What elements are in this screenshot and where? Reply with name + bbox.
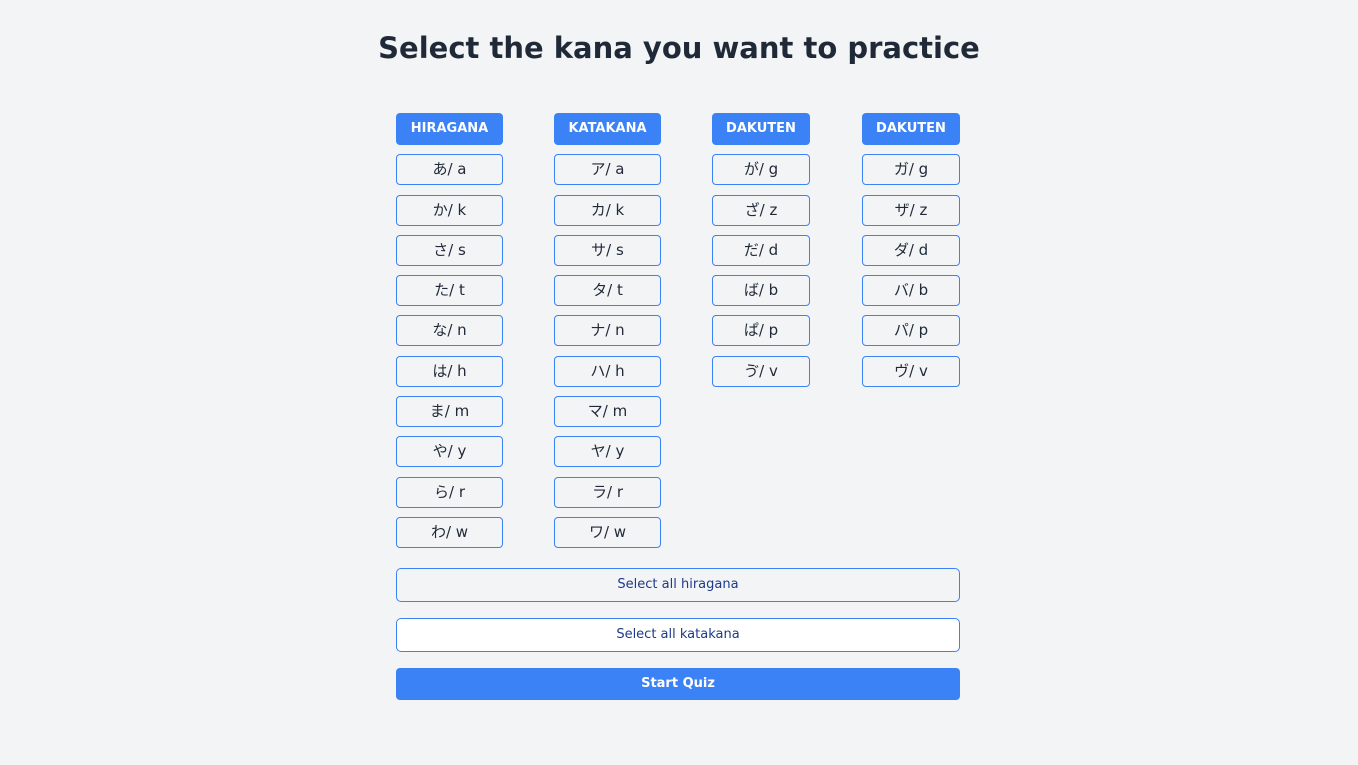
hiragana-kana-button[interactable]: ら/ r	[396, 476, 503, 508]
katakana-dakuten-kana-button[interactable]: ダ/ d	[862, 234, 960, 266]
hiragana-kana-button[interactable]: あ/ a	[396, 154, 503, 186]
start-quiz-button[interactable]: Start Quiz	[396, 668, 960, 700]
hiragana-dakuten-kana-button[interactable]: ぱ/ p	[712, 315, 810, 347]
hiragana-kana-button[interactable]: な/ n	[396, 315, 503, 347]
katakana-column: KATAKANA ア/ a カ/ k サ/ s タ/ t ナ/ n ハ/ h マ/ m ヤ/ …	[554, 113, 661, 548]
hiragana-dakuten-kana-button[interactable]: だ/ d	[712, 234, 810, 266]
katakana-header-button[interactable]: KATAKANA	[554, 113, 661, 145]
katakana-dakuten-kana-button[interactable]: ザ/ z	[862, 194, 960, 226]
katakana-dakuten-kana-button[interactable]: ガ/ g	[862, 154, 960, 186]
katakana-dakuten-kana-button[interactable]: バ/ b	[862, 275, 960, 307]
katakana-kana-button[interactable]: ハ/ h	[554, 355, 661, 387]
hiragana-dakuten-header-button[interactable]: DAKUTEN	[712, 113, 810, 145]
hiragana-kana-button[interactable]: さ/ s	[396, 234, 503, 266]
katakana-dakuten-header-button[interactable]: DAKUTEN	[862, 113, 960, 145]
hiragana-kana-button[interactable]: た/ t	[396, 275, 503, 307]
katakana-kana-button[interactable]: マ/ m	[554, 396, 661, 428]
hiragana-kana-button[interactable]: か/ k	[396, 194, 503, 226]
katakana-kana-button[interactable]: ヤ/ y	[554, 436, 661, 468]
hiragana-header-button[interactable]: HIRAGANA	[396, 113, 503, 145]
katakana-kana-button[interactable]: ア/ a	[554, 154, 661, 186]
katakana-kana-button[interactable]: サ/ s	[554, 234, 661, 266]
hiragana-dakuten-column: DAKUTEN が/ g ざ/ z だ/ d ば/ b ぱ/ p ゔ/ v	[712, 113, 810, 387]
kana-selection-page: Select the kana you want to practice HIR…	[0, 0, 1358, 765]
katakana-kana-button[interactable]: ラ/ r	[554, 476, 661, 508]
katakana-kana-button[interactable]: ナ/ n	[554, 315, 661, 347]
katakana-dakuten-kana-button[interactable]: ヴ/ v	[862, 355, 960, 387]
hiragana-dakuten-kana-button[interactable]: ば/ b	[712, 275, 810, 307]
hiragana-kana-button[interactable]: や/ y	[396, 436, 503, 468]
page-title: Select the kana you want to practice	[378, 31, 980, 65]
hiragana-kana-button[interactable]: は/ h	[396, 355, 503, 387]
hiragana-column: HIRAGANA あ/ a か/ k さ/ s た/ t な/ n は/ h ま/ m や/ …	[396, 113, 503, 548]
katakana-kana-button[interactable]: カ/ k	[554, 194, 661, 226]
katakana-kana-button[interactable]: タ/ t	[554, 275, 661, 307]
hiragana-dakuten-kana-button[interactable]: ゔ/ v	[712, 355, 810, 387]
select-all-hiragana-button[interactable]: Select all hiragana	[396, 568, 960, 602]
select-all-katakana-button[interactable]: Select all katakana	[396, 618, 960, 652]
hiragana-dakuten-kana-button[interactable]: が/ g	[712, 154, 810, 186]
hiragana-kana-button[interactable]: ま/ m	[396, 396, 503, 428]
katakana-kana-button[interactable]: ワ/ w	[554, 516, 661, 548]
hiragana-dakuten-kana-button[interactable]: ざ/ z	[712, 194, 810, 226]
hiragana-kana-button[interactable]: わ/ w	[396, 516, 503, 548]
katakana-dakuten-column: DAKUTEN ガ/ g ザ/ z ダ/ d バ/ b パ/ p ヴ/ v	[862, 113, 960, 387]
katakana-dakuten-kana-button[interactable]: パ/ p	[862, 315, 960, 347]
